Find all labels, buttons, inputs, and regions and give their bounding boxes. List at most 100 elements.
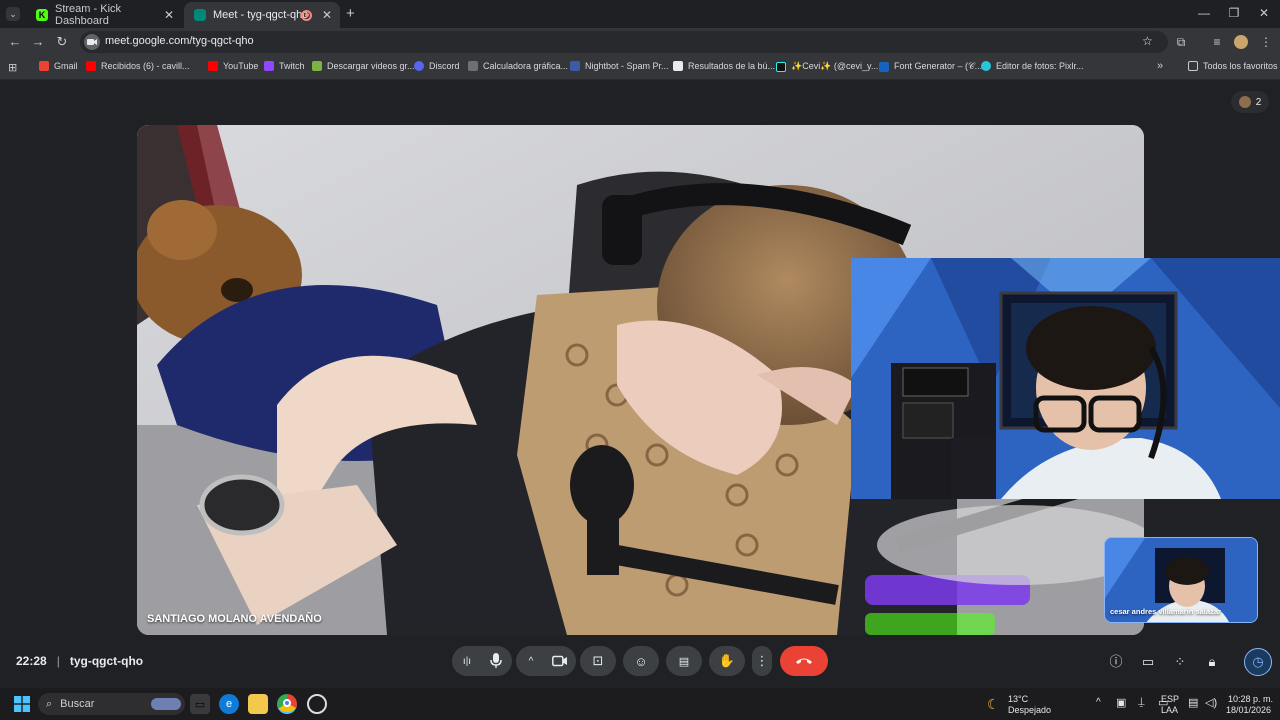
bookmark-descargar[interactable]: Descargar videos gr... <box>312 61 415 71</box>
activities-icon[interactable]: ⁘ <box>1170 652 1190 672</box>
folder-icon <box>1188 61 1198 71</box>
more-options-button[interactable]: ⋮ <box>752 646 772 676</box>
apps-grid-icon[interactable]: ⊞ <box>8 61 17 74</box>
chat-icon[interactable]: ▭ <box>1138 652 1158 672</box>
captions-button[interactable]: ▤ <box>666 646 702 676</box>
forward-icon[interactable]: → <box>29 33 47 51</box>
camera-button[interactable] <box>544 646 576 676</box>
language-1[interactable]: ESP <box>1161 694 1179 704</box>
task-view-icon[interactable]: ▭ <box>190 694 210 714</box>
search-placeholder: Buscar <box>60 698 95 710</box>
search-icon: ⌕ <box>46 697 53 710</box>
bookmark-recibidos[interactable]: Recibidos (6) - cavill... <box>86 61 190 71</box>
microphone-icon <box>490 653 502 668</box>
document-icon <box>673 61 683 71</box>
browser-toolbar: ← → ↻ meet.google.com/tyg-qgct-qho ☆ ⧉ ≡… <box>0 28 1280 56</box>
microphone-button[interactable] <box>480 646 512 676</box>
bookmark-pixlr[interactable]: Editor de fotos: Pixlr... <box>981 61 1084 71</box>
tab-meet[interactable]: Meet - tyg-qgct-qho ✕ <box>184 2 340 28</box>
bookmark-star-icon[interactable]: ☆ <box>1142 34 1153 48</box>
meeting-details-icon[interactable]: ⓘ <box>1106 652 1126 672</box>
more-bookmarks-icon[interactable]: » <box>1157 60 1163 72</box>
tab-kick-dashboard[interactable]: K Stream - Kick Dashboard ✕ <box>26 2 182 28</box>
media-controls-icon[interactable]: ≡ <box>1208 33 1226 51</box>
bookmark-twitch[interactable]: Twitch <box>264 61 305 71</box>
restore-icon[interactable]: ❐ <box>1218 6 1250 20</box>
clock-date[interactable]: 18/01/2026 <box>1226 705 1271 715</box>
reload-icon[interactable]: ↻ <box>53 33 71 51</box>
hang-up-icon <box>796 658 812 664</box>
self-view-tile[interactable]: cesar andres villamarin salazar <box>1104 537 1258 623</box>
weather-temp: 13°C <box>1008 694 1029 704</box>
kick-logo-icon: K <box>36 9 48 21</box>
bookmarks-bar: ⊞ Gmail Recibidos (6) - cavill... YouTub… <box>0 56 1280 80</box>
twitch-icon <box>264 61 274 71</box>
bookmark-gmail[interactable]: Gmail <box>39 61 78 71</box>
minimize-icon[interactable]: — <box>1188 6 1220 20</box>
bookmark-nightbot[interactable]: Nightbot - Spam Pr... <box>570 61 669 71</box>
taskbar-search[interactable]: ⌕ Buscar <box>38 693 185 715</box>
language-2[interactable]: LAA <box>1161 705 1178 715</box>
close-tab-icon[interactable]: ✕ <box>322 8 332 22</box>
volume-icon[interactable]: ◁) <box>1205 696 1217 709</box>
bookmark-youtube[interactable]: YouTube <box>208 61 258 71</box>
file-explorer-icon[interactable] <box>248 694 268 714</box>
obs-icon[interactable] <box>307 694 327 714</box>
youtube-icon <box>86 61 96 71</box>
weather-icon[interactable]: ☾ <box>987 696 1000 713</box>
companion-button[interactable]: ◷ <box>1244 648 1272 676</box>
search-highlight-icon <box>151 698 181 710</box>
tab-title: Stream - Kick Dashboard <box>55 3 122 27</box>
raise-hand-button[interactable]: ✋ <box>709 646 745 676</box>
participant-count: 2 <box>1255 96 1262 108</box>
video-settings-button[interactable]: ^ <box>516 646 546 676</box>
close-window-icon[interactable]: ✕ <box>1248 6 1280 20</box>
font-icon <box>879 61 889 72</box>
menu-icon[interactable]: ⋮ <box>1257 33 1275 51</box>
profile-avatar[interactable] <box>1232 33 1250 51</box>
bookmark-discord[interactable]: Discord <box>414 61 460 71</box>
new-tab-icon[interactable]: + <box>346 5 355 22</box>
url-text: meet.google.com/tyg-qgct-qho <box>105 35 254 47</box>
tab-search-icon[interactable]: ⌄ <box>6 7 20 21</box>
emoji-icon: ☺ <box>634 653 648 669</box>
self-name: cesar andres villamarin salazar <box>1110 607 1221 616</box>
present-screen-button[interactable]: ⊡ <box>580 646 616 676</box>
audio-settings-button[interactable]: ı|ı <box>452 646 482 676</box>
chevron-up-icon[interactable]: ^ <box>1096 697 1101 708</box>
host-controls-icon[interactable]: 🔒︎ <box>1202 652 1222 672</box>
extensions-icon[interactable]: ⧉ <box>1172 33 1190 51</box>
tiktok-icon <box>776 61 786 72</box>
windows-start-icon[interactable] <box>12 694 32 714</box>
meeting-info: 22:28 | tyg-qgct-qho <box>16 654 143 668</box>
captions-icon: ▤ <box>678 655 690 668</box>
network-icon[interactable]: ▤ <box>1188 696 1198 709</box>
reactions-button[interactable]: ☺ <box>623 646 659 676</box>
all-bookmarks-folder[interactable]: Todos los favoritos <box>1188 61 1278 71</box>
meeting-code: tyg-qgct-qho <box>69 654 144 668</box>
weather-desc: Despejado <box>1008 705 1052 715</box>
participants-chip[interactable]: 2 <box>1231 91 1269 113</box>
gmail-icon <box>39 61 49 71</box>
webcam-frame <box>851 258 1280 499</box>
pixlr-icon <box>981 61 991 71</box>
recording-icon <box>301 9 312 21</box>
bookmark-calculadora[interactable]: Calculadora gráfica... <box>468 61 568 71</box>
leave-call-button[interactable] <box>780 646 828 676</box>
clock-time[interactable]: 10:28 p. m. <box>1228 694 1273 704</box>
address-bar[interactable]: meet.google.com/tyg-qgct-qho ☆ <box>80 31 1168 53</box>
bookmark-font-generator[interactable]: Font Generator – (𝒞... <box>879 61 982 72</box>
edge-icon[interactable]: e <box>219 694 239 714</box>
site-info-icon[interactable] <box>84 34 100 50</box>
chrome-icon[interactable] <box>277 694 297 714</box>
meet-logo-icon <box>194 9 206 21</box>
bookmark-cevi[interactable]: ✨Cevi✨ (@cevi_y... <box>776 61 878 72</box>
discord-icon <box>414 61 424 71</box>
hand-icon: ✋ <box>718 653 736 668</box>
tray-app-icon[interactable]: ▣ <box>1116 696 1126 709</box>
back-icon[interactable]: ← <box>6 33 24 51</box>
close-tab-icon[interactable]: ✕ <box>164 8 174 22</box>
present-screen-icon: ⊡ <box>592 653 604 668</box>
tray-mic-icon[interactable]: ⍊ <box>1138 696 1145 709</box>
bookmark-resultados[interactable]: Resultados de la bú... <box>673 61 775 71</box>
